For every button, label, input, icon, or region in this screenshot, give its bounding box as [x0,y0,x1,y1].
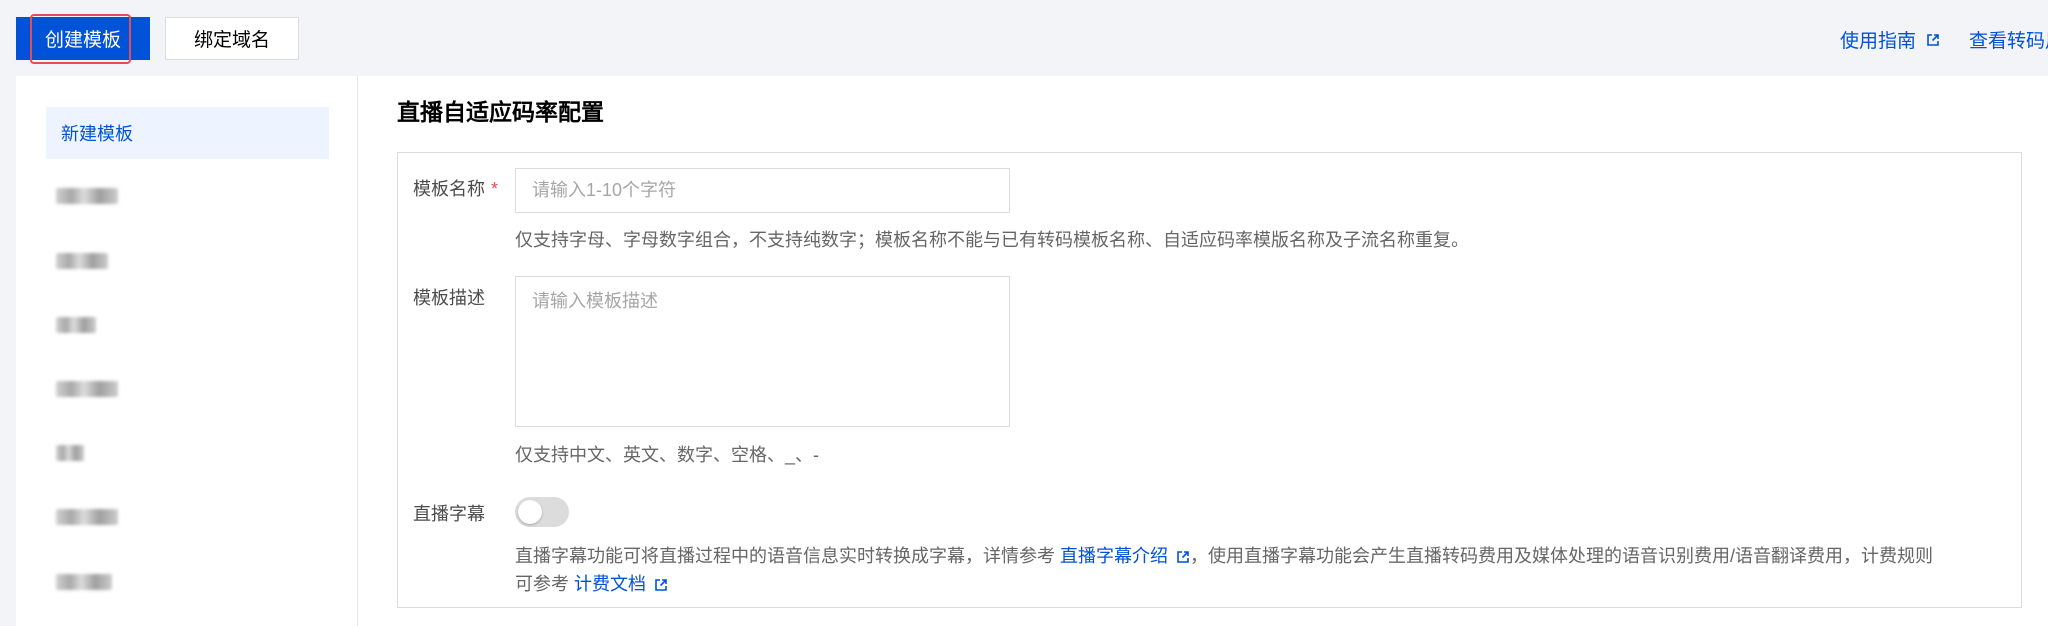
blurred-text [56,574,112,590]
live-subtitle-description: 直播字幕功能可将直播过程中的语音信息实时转换成字幕，详情参考 直播字幕介绍 ，使用… [515,542,1935,598]
live-subtitle-toggle[interactable] [515,497,569,527]
sidebar-item-blurred[interactable] [56,317,96,337]
blurred-text [56,381,118,397]
blurred-text [56,188,118,204]
form-box: 模板名称 * 仅支持字母、字母数字组合，不支持纯数字；模板名称不能与已有转码模板名… [397,152,2022,608]
template-name-label-text: 模板名称 [413,179,485,199]
template-sidebar: 新建模板 [16,76,358,626]
form-content: 直播自适应码率配置 模板名称 * 仅支持字母、字母数字组合，不支持纯数字；模板名称… [358,76,2048,626]
billing-doc-link-text: 计费文档 [574,574,647,594]
top-toolbar: 创建模板 绑定域名 使用指南 查看转码用 [0,0,2048,76]
blurred-text [56,317,96,333]
sidebar-item-blurred[interactable] [56,381,118,401]
template-desc-textarea[interactable] [515,276,1010,427]
desc-text-1: 直播字幕功能可将直播过程中的语音信息实时转换成字幕，详情参考 [515,546,1060,566]
subtitle-intro-link-text: 直播字幕介绍 [1060,546,1168,566]
page-title: 直播自适应码率配置 [397,99,604,125]
sidebar-item-blurred[interactable] [56,253,108,273]
blurred-text [56,253,108,269]
billing-doc-link[interactable]: 计费文档 [574,574,668,594]
sidebar-item-blurred[interactable] [56,574,112,594]
template-name-label: 模板名称 * [413,175,498,201]
external-link-icon [1927,33,1939,46]
usage-guide-link[interactable]: 使用指南 [1840,26,1940,53]
subtitle-intro-link[interactable]: 直播字幕介绍 [1060,546,1190,566]
template-name-help: 仅支持字母、字母数字组合，不支持纯数字；模板名称不能与已有转码模板名称、自适应码… [515,230,1469,250]
view-transcode-label: 查看转码用 [1969,31,2048,52]
live-subtitle-label: 直播字幕 [413,504,485,524]
template-desc-help: 仅支持中文、英文、数字、空格、_、- [515,445,820,465]
create-template-button[interactable]: 创建模板 [16,17,150,60]
external-link-icon [655,579,667,592]
sidebar-item-blurred[interactable] [56,445,84,465]
sidebar-item-new-template[interactable]: 新建模板 [46,107,329,159]
usage-guide-label: 使用指南 [1840,31,1917,52]
blurred-text [56,445,84,461]
bind-domain-button[interactable]: 绑定域名 [165,17,299,60]
sidebar-item-blurred[interactable] [56,188,118,208]
main-panel: 新建模板 直播自适应码率配置 模板名称 * 仅支持字母、字母数字组合，不支持纯数字… [16,76,2048,626]
template-desc-label: 模板描述 [413,288,485,308]
external-link-icon [1177,551,1189,564]
view-transcode-link[interactable]: 查看转码用 [1969,26,2048,53]
template-name-input[interactable] [515,168,1010,213]
sidebar-item-blurred[interactable] [56,509,118,529]
toggle-knob [518,500,542,524]
required-mark: * [491,179,499,199]
blurred-text [56,509,118,525]
